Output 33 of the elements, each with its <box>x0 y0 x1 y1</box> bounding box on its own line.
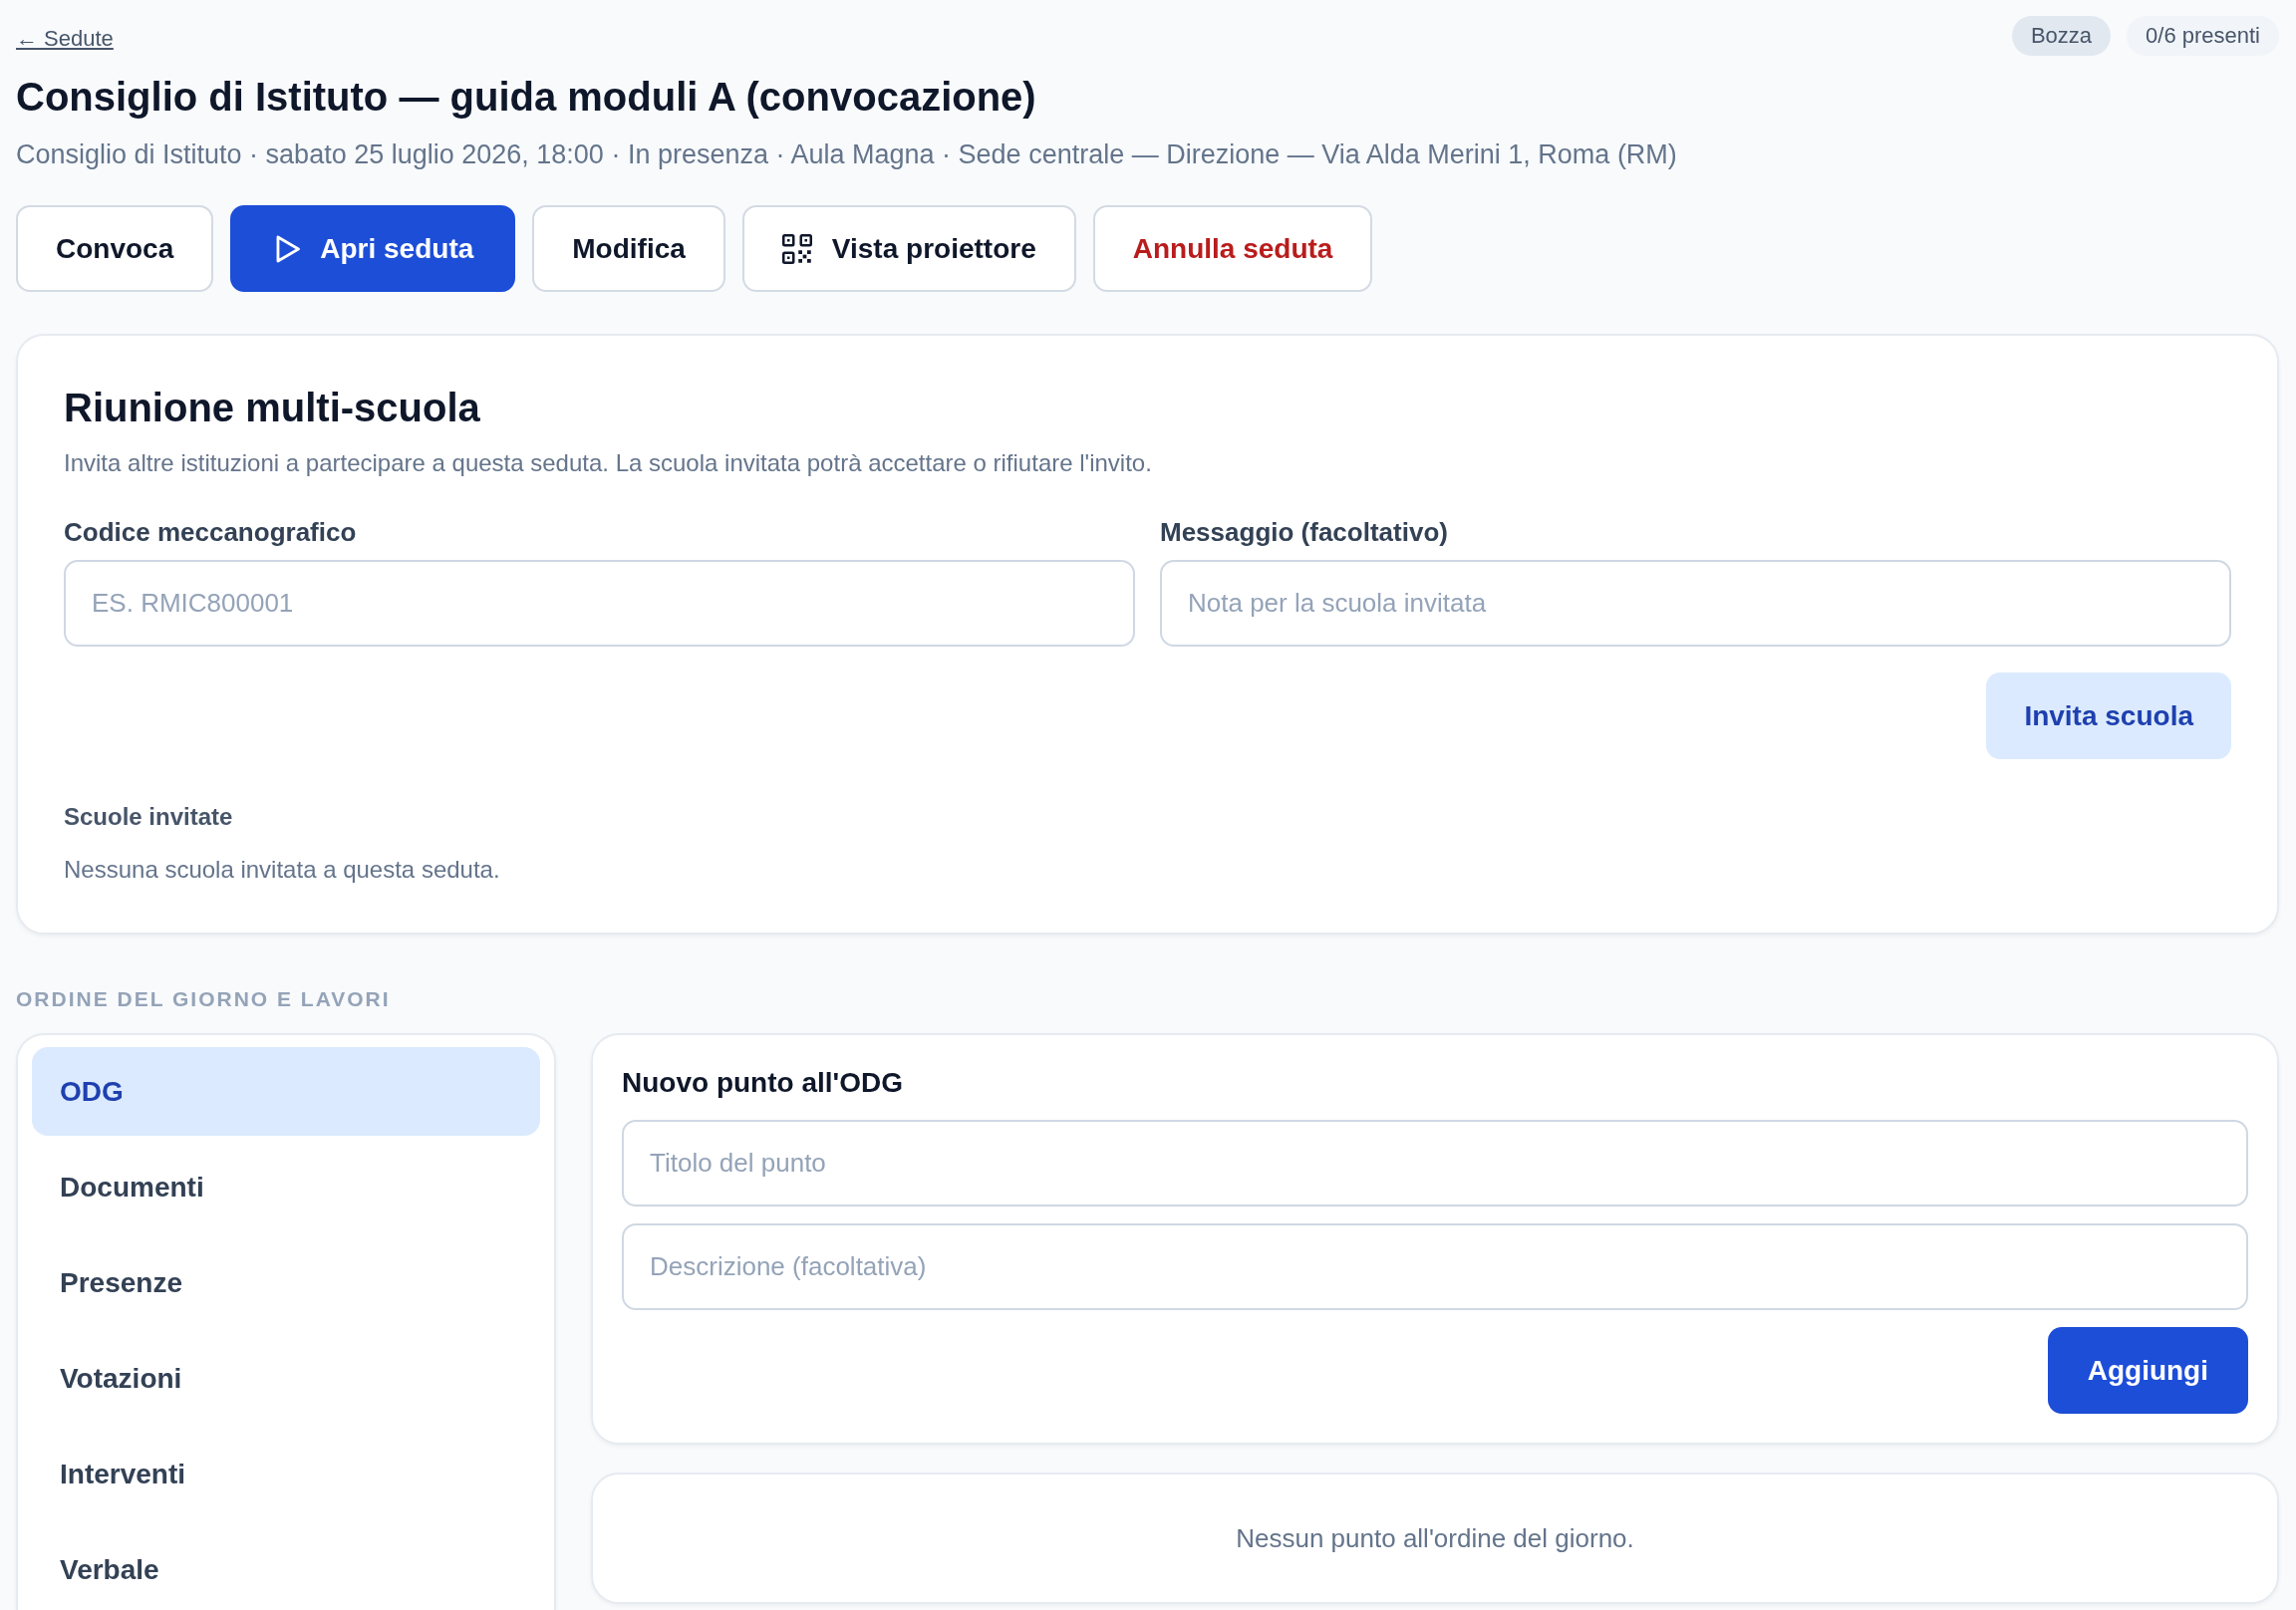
qr-code-icon <box>781 233 812 264</box>
field-label: Messaggio (facoltativo) <box>1160 516 1449 549</box>
page-title: Consiglio di Istituto — guida moduli A (convocazione) <box>16 74 1036 121</box>
sidebar-tab[interactable]: Verbale <box>32 1525 540 1610</box>
panel-title: Nuovo punto all'ODG <box>622 1066 904 1100</box>
back-link[interactable]: ← Sedute <box>16 24 114 54</box>
input-field[interactable]: Nota per la scuola invitata <box>1160 560 2231 647</box>
projector-view-button[interactable]: Vista proiettore <box>741 205 1076 292</box>
sidebar-tab[interactable]: Votazioni <box>32 1334 540 1423</box>
sidebar-tab[interactable]: Documenti <box>32 1143 540 1231</box>
section-label: Scuole invitate <box>64 802 234 832</box>
section-heading: ORDINE DEL GIORNO E LAVORI <box>16 986 392 1012</box>
action-button[interactable]: Convoca <box>16 205 214 292</box>
panel-title: Riunione multi-scuola <box>64 385 481 431</box>
input-field[interactable]: ES. RMIC800001 <box>64 560 1135 647</box>
sidebar-tab[interactable]: Presenze <box>32 1238 540 1327</box>
attendance-badge: 0/6 presenti <box>2127 16 2279 56</box>
panel-description: Invita altre istituzioni a partecipare a questa seduta. La scuola invitata potrà accettare o rifiutare l'invito. <box>64 448 1153 478</box>
action-button[interactable]: Modifica <box>532 205 725 292</box>
cancel-button[interactable]: Annulla seduta <box>1092 205 1373 292</box>
input-field[interactable]: Descrizione (facoltativa) <box>622 1223 2248 1310</box>
sidebar-tab[interactable]: Interventi <box>32 1430 540 1518</box>
start-button[interactable]: Apri seduta <box>230 205 516 292</box>
sidebar-tab[interactable]: ODG <box>32 1047 540 1136</box>
add-button[interactable]: Aggiungi <box>2047 1327 2248 1414</box>
empty-message: Nessuna scuola invitata a questa seduta. <box>64 855 501 885</box>
play-icon <box>276 234 301 263</box>
status-badge: Bozza <box>2011 16 2112 56</box>
input-field[interactable]: Titolo del punto <box>622 1120 2248 1207</box>
empty-message: Nessun punto all'ordine del giorno. <box>1236 1522 1634 1555</box>
field-label: Codice meccanografico <box>64 516 358 549</box>
meeting-details: Consiglio di Istituto · sabato 25 luglio 2026, 18:00 · In presenza · Aula Magna · Sede centrale — Direzione — Via Alda Merini 1, Roma (RM) <box>16 138 1677 171</box>
invite-button[interactable]: Invita scuola <box>1986 672 2231 759</box>
